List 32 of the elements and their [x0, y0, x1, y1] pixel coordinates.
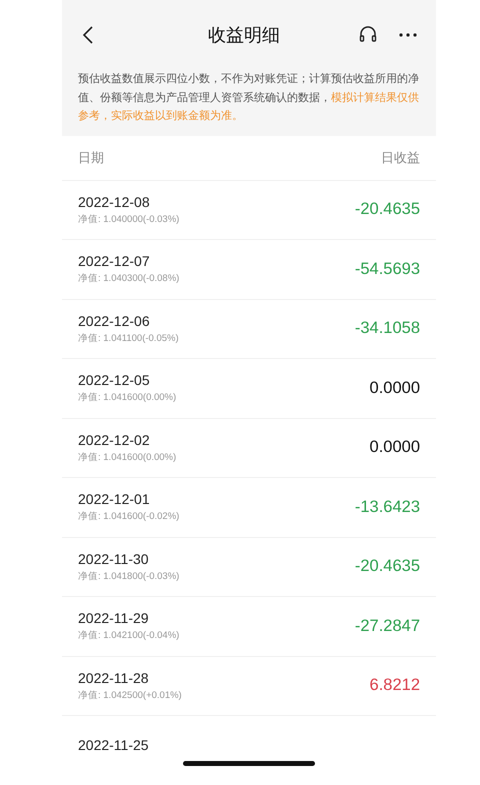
amount-text: 0.0000: [370, 378, 420, 398]
nav-text: 净值: 1.042500(+0.01%): [78, 688, 182, 702]
nav-text: 净值: 1.041100(-0.05%): [78, 332, 179, 345]
amount-text: -27.2847: [354, 616, 420, 636]
nav-text: 净值: 1.041600(0.00%): [78, 450, 176, 464]
nav-text: 净值: 1.042100(-0.04%): [78, 629, 180, 642]
date-text: 2022-12-08: [78, 194, 151, 210]
date-text: 2022-11-28: [78, 670, 150, 686]
nav-text: 净值: 1.041600(0.00%): [78, 391, 176, 404]
notice-text: 预估收益数值展示四位小数，不作为对账凭证；计算预估收益所用的净值、份额等信息为产品管理人资管系统确认的数据，模拟计算结果仅供参考，实际收益以到账金额为准。: [77, 72, 420, 124]
amount-text: -20.4635: [354, 557, 420, 576]
date-text: 2022-12-05: [78, 372, 151, 388]
nav-text: 净值: 1.041600(-0.02%): [78, 510, 180, 524]
date-text: 2022-12-02: [78, 432, 151, 448]
date-text: 2022-12-01: [78, 491, 151, 508]
amount-text: -34.1058: [354, 319, 420, 338]
amount-text: 6.8212: [370, 676, 420, 696]
nav-text: 净值: 1.041800(-0.03%): [78, 570, 180, 583]
date-text: 2022-12-07: [78, 253, 151, 270]
date-text: 2022-11-30: [78, 550, 150, 567]
column-header: 日期: [78, 148, 104, 166]
amount-text: -54.5693: [354, 260, 420, 279]
column-header: 日收益: [381, 148, 420, 166]
date-text: 2022-12-06: [78, 312, 151, 329]
amount-text: -20.4635: [354, 200, 420, 220]
page-title: 收益明细: [207, 24, 281, 47]
nav-text: 净值: 1.040000(-0.03%): [78, 212, 180, 226]
amount-text: -13.6423: [354, 498, 420, 517]
date-text: 2022-11-25: [78, 737, 149, 754]
nav-text: 净值: 1.040300(-0.08%): [78, 272, 180, 286]
amount-text: 0.0000: [370, 438, 420, 458]
date-text: 2022-11-29: [78, 610, 150, 626]
